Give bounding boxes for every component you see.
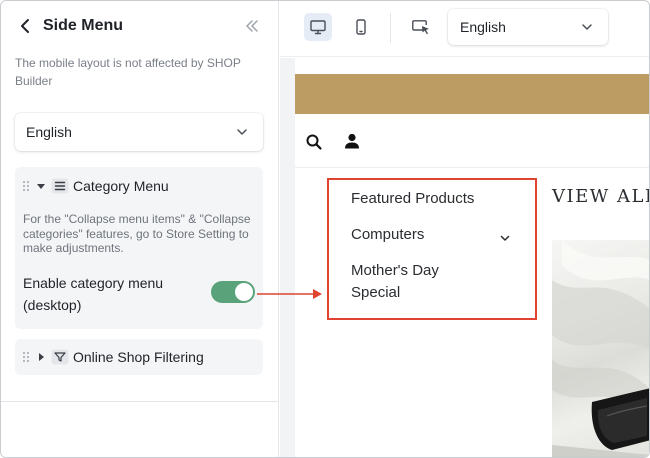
chevron-down-icon bbox=[582, 24, 592, 30]
category-menu-title: Category Menu bbox=[73, 178, 169, 194]
chevron-down-icon bbox=[237, 129, 247, 135]
sidebar-divider bbox=[1, 401, 279, 402]
announcement-bar[interactable] bbox=[295, 74, 649, 114]
desktop-view-button[interactable] bbox=[304, 13, 332, 41]
sidebar-language-value: English bbox=[26, 124, 72, 140]
mobile-view-button[interactable] bbox=[347, 13, 375, 41]
toolbar-language-value: English bbox=[460, 19, 506, 35]
chevron-down-icon[interactable] bbox=[499, 232, 511, 244]
sidebar-header: Side Menu bbox=[1, 1, 279, 53]
select-element-button[interactable] bbox=[406, 13, 434, 41]
cursor-select-icon bbox=[412, 20, 429, 35]
search-icon[interactable] bbox=[305, 133, 323, 151]
menu-item-mothers-day-special[interactable]: Mother's Day Special bbox=[351, 260, 481, 304]
toggle-knob bbox=[235, 283, 253, 301]
menu-item-computers[interactable]: Computers bbox=[351, 224, 424, 246]
hamburger-menu-icon bbox=[51, 178, 69, 194]
store-header bbox=[295, 114, 649, 168]
enable-category-menu-label: Enable category menu (desktop) bbox=[23, 275, 164, 313]
sidebar: Side Menu The mobile layout is not affec… bbox=[1, 1, 279, 457]
caret-right-icon[interactable] bbox=[36, 352, 46, 362]
drag-handle-icon[interactable] bbox=[21, 351, 31, 363]
online-shop-filtering-title: Online Shop Filtering bbox=[73, 349, 204, 365]
preview-canvas: Featured Products Computers Mother's Day… bbox=[280, 58, 649, 457]
menu-item-featured-products[interactable]: Featured Products bbox=[351, 188, 474, 210]
enable-category-menu-toggle[interactable] bbox=[211, 281, 255, 303]
sunglasses-photo bbox=[552, 240, 649, 457]
product-image[interactable] bbox=[552, 240, 649, 457]
drag-handle-icon[interactable] bbox=[21, 180, 31, 192]
filter-icon bbox=[51, 349, 69, 365]
category-menu-note: For the "Collapse menu items" & "Collaps… bbox=[23, 212, 251, 255]
desktop-icon bbox=[310, 20, 326, 35]
app-frame: Side Menu The mobile layout is not affec… bbox=[0, 0, 650, 458]
arrow-right-icon bbox=[257, 289, 322, 299]
sidebar-language-select[interactable]: English bbox=[15, 113, 263, 151]
collapse-double-chevron-icon[interactable] bbox=[244, 18, 260, 34]
top-toolbar: English bbox=[280, 1, 649, 57]
mobile-layout-note: The mobile layout is not affected by SHO… bbox=[15, 56, 241, 88]
view-all-link[interactable]: VIEW ALL bbox=[552, 186, 649, 207]
sidebar-title: Side Menu bbox=[43, 17, 124, 34]
caret-down-icon[interactable] bbox=[36, 181, 46, 191]
back-arrow-icon[interactable] bbox=[17, 17, 35, 35]
category-menu-preview: Featured Products Computers Mother's Day… bbox=[327, 178, 537, 320]
toolbar-language-select[interactable]: English bbox=[448, 9, 608, 45]
user-icon[interactable] bbox=[343, 132, 361, 150]
category-menu-card: Category Menu For the "Collapse menu ite… bbox=[15, 167, 263, 329]
mobile-icon bbox=[356, 19, 366, 35]
toolbar-separator bbox=[390, 13, 391, 43]
online-shop-filtering-card: Online Shop Filtering bbox=[15, 339, 263, 375]
